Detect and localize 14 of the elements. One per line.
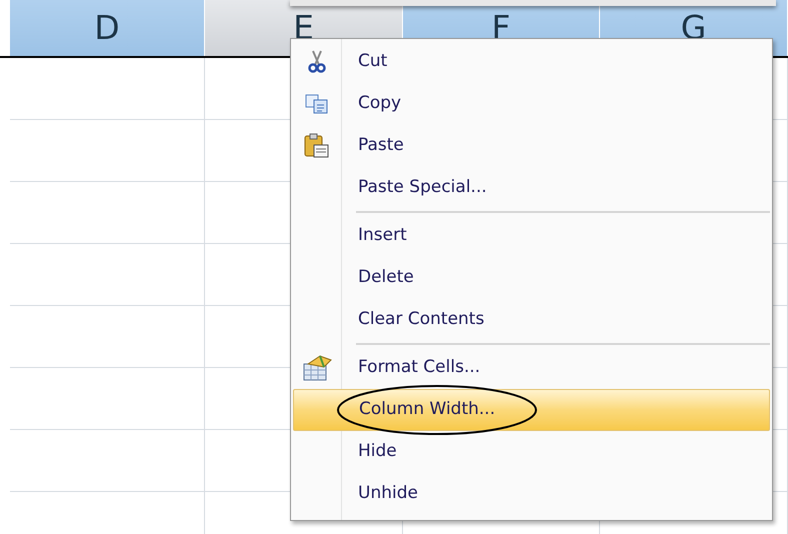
menu-item[interactable]: Paste — [293, 125, 770, 167]
menu-item[interactable]: Insert — [293, 215, 770, 257]
copy-icon — [305, 94, 329, 114]
clipboard-icon — [304, 133, 330, 159]
menu-item[interactable]: Copy — [293, 83, 770, 125]
column-header[interactable]: D — [10, 0, 205, 56]
menu-item[interactable]: Paste Special... — [293, 167, 770, 209]
menu-item[interactable]: Hide — [293, 431, 770, 473]
menu-item[interactable]: Clear Contents — [293, 299, 770, 341]
menu-item[interactable]: Format Cells... — [293, 347, 770, 389]
scissors-icon — [308, 50, 326, 74]
menu-item[interactable]: Delete — [293, 257, 770, 299]
format-cells-icon — [302, 354, 332, 382]
menu-item[interactable]: Unhide — [293, 473, 770, 515]
